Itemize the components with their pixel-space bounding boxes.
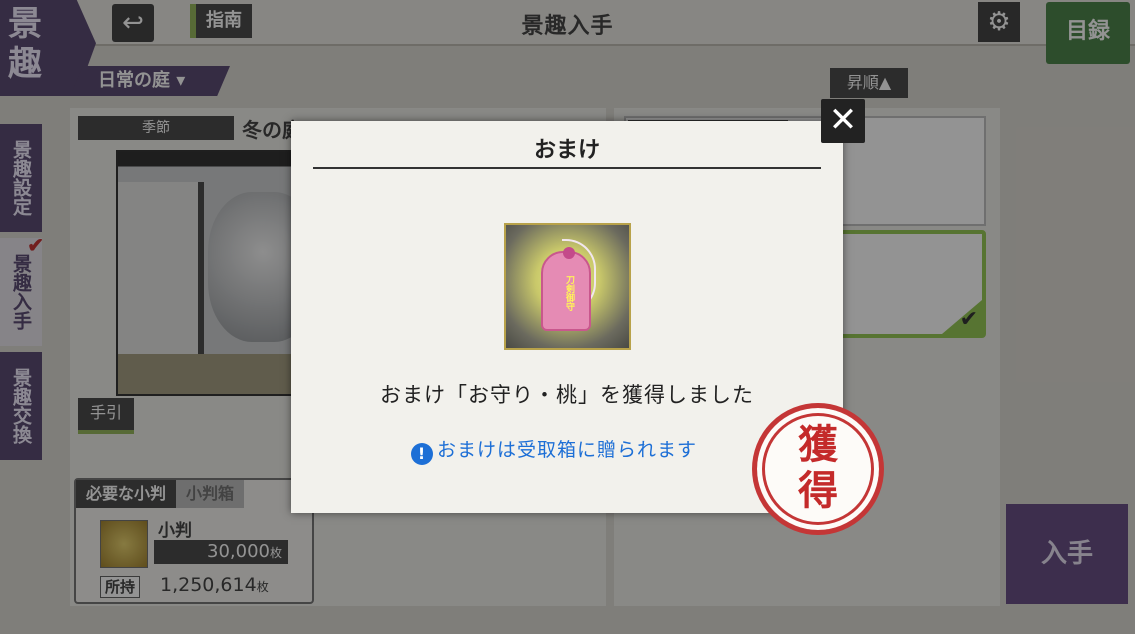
omamori-knot [563,247,575,259]
modal-note-text: おまけは受取箱に贈られます [437,439,698,461]
modal-message: おまけ「お守り・桃」を獲得しました [380,383,754,407]
acquired-stamp: 獲 得 [752,403,884,535]
stamp-char-1: 獲 [798,421,838,468]
stamp-char-2: 得 [798,467,838,514]
omamori-label: 刀剣御守 [564,275,574,311]
info-icon: ! [411,443,433,465]
modal-title: おまけ [313,131,821,169]
stamp-text: 獲 得 [757,422,879,514]
bonus-item-image: 刀剣御守 [504,223,631,350]
close-button[interactable]: ✕ [821,99,865,143]
close-x-icon: ✕ [828,100,858,140]
omamori-charm-icon: 刀剣御守 [541,247,591,331]
modal-note: ! おまけは受取箱に贈られます [411,435,697,465]
